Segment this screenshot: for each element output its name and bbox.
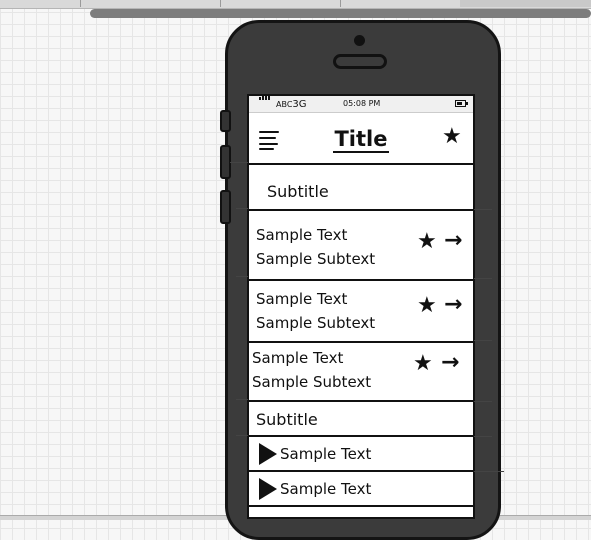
list-item-subtext: Sample Subtext	[256, 314, 376, 332]
phone-screen: ABC3G 05:08 PM Title ★ Subtitle Sample T…	[247, 94, 475, 519]
navigation-bar: Title ★	[249, 113, 473, 165]
list-item-text: Sample Text	[256, 290, 348, 308]
list-item[interactable]: Sample Text Sample Subtext ★ →	[249, 211, 473, 281]
phone-speaker	[333, 54, 387, 69]
list-item[interactable]: Sample Text Sample Subtext ★ →	[249, 281, 473, 343]
arrow-right-icon[interactable]: →	[441, 352, 459, 374]
carrier-name: ABC	[276, 100, 293, 109]
phone-camera	[354, 35, 365, 46]
arrow-right-icon[interactable]: →	[444, 294, 462, 316]
list-item-text: Sample Text	[280, 445, 372, 463]
toolbar-segment	[220, 0, 341, 7]
list-item[interactable]: Sample Text	[249, 437, 473, 472]
sketch-line	[236, 399, 248, 400]
sketch-line	[474, 278, 492, 279]
list-item[interactable]: Sample Text Sample Subtext ★ →	[249, 343, 473, 402]
list-item-subtext: Sample Subtext	[252, 373, 372, 391]
play-icon	[259, 443, 277, 465]
horizontal-scrollbar[interactable]	[90, 9, 591, 18]
list-item-text: Sample Text	[280, 480, 372, 498]
star-icon[interactable]: ★	[413, 353, 433, 375]
carrier-label: ABC3G	[276, 99, 307, 110]
page-title: Title	[249, 127, 473, 153]
sketch-line	[474, 340, 492, 341]
phone-side-button	[220, 190, 231, 224]
sketch-line	[474, 209, 492, 210]
toolbar-segment	[460, 0, 591, 7]
toolbar-segment	[80, 0, 221, 7]
star-icon[interactable]: ★	[442, 126, 462, 148]
subtitle-row: Subtitle	[249, 402, 473, 437]
toolbar-segment	[0, 0, 81, 7]
sketch-line	[474, 471, 504, 472]
phone-side-button	[220, 110, 231, 132]
list-item-text: Sample Text	[252, 349, 344, 367]
list-item-text: Sample Text	[256, 226, 348, 244]
subtitle-label: Subtitle	[256, 410, 318, 429]
status-bar: ABC3G 05:08 PM	[249, 96, 473, 113]
list-item-subtext: Sample Subtext	[256, 250, 376, 268]
sketch-line	[474, 401, 492, 402]
toolbar-segment	[340, 0, 461, 7]
status-time: 05:08 PM	[343, 99, 381, 108]
subtitle-label: Subtitle	[267, 182, 329, 201]
sketch-line	[474, 436, 492, 437]
star-icon[interactable]: ★	[417, 231, 437, 253]
star-icon[interactable]: ★	[417, 295, 437, 317]
sketch-line	[236, 435, 248, 436]
sketch-line	[236, 208, 248, 209]
subtitle-row: Subtitle	[249, 165, 473, 211]
sketch-line	[236, 276, 248, 277]
page-title-text: Title	[333, 127, 389, 153]
sketch-line	[230, 162, 248, 163]
arrow-right-icon[interactable]: →	[444, 230, 462, 252]
top-toolbar-strip	[0, 0, 591, 9]
play-icon	[259, 478, 277, 500]
battery-icon	[455, 100, 468, 107]
list-item[interactable]: Sample Text	[249, 472, 473, 507]
network-type: 3G	[292, 99, 307, 110]
